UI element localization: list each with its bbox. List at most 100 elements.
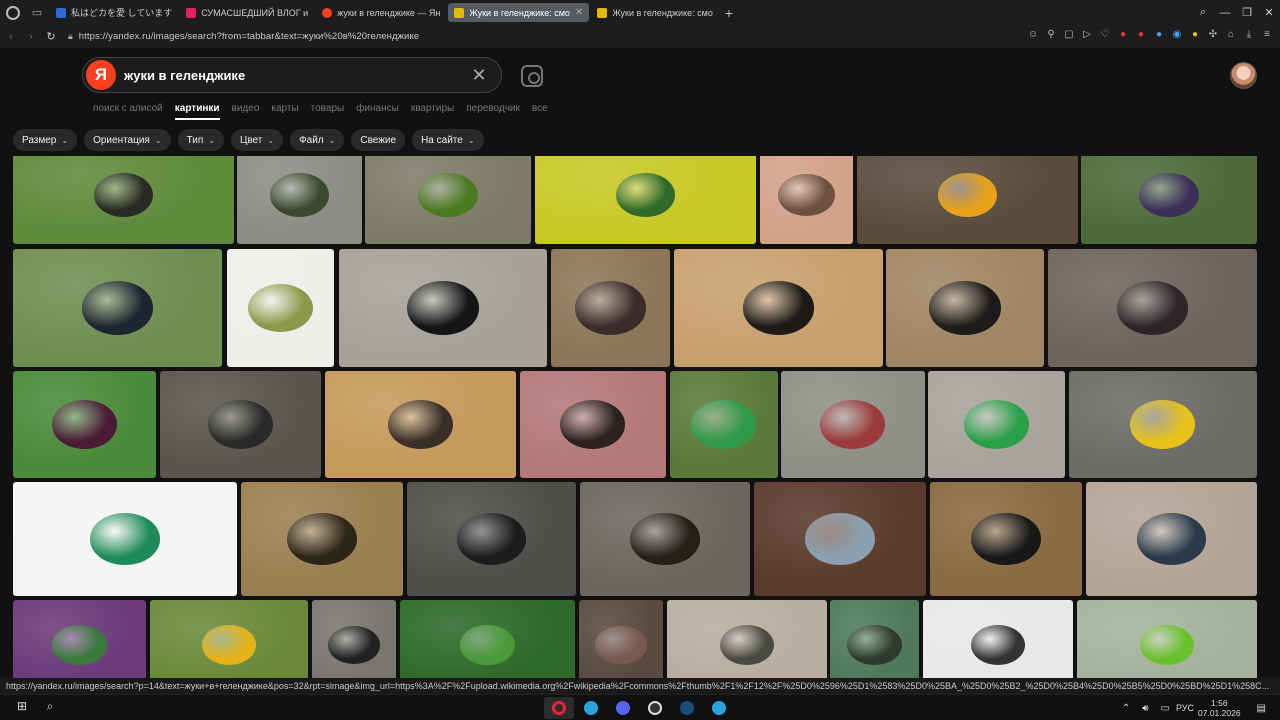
- image-result[interactable]: [160, 371, 321, 478]
- image-result[interactable]: [13, 482, 237, 596]
- image-result[interactable]: [13, 156, 234, 244]
- image-result[interactable]: [1081, 156, 1257, 244]
- image-result[interactable]: [760, 156, 853, 244]
- image-result[interactable]: [407, 482, 576, 596]
- image-result[interactable]: [754, 482, 926, 596]
- clock[interactable]: 1:56 07.01.2026: [1198, 698, 1241, 718]
- telegram-2-taskbar-icon[interactable]: [704, 697, 734, 719]
- chevron-up-icon[interactable]: ⌃: [1122, 703, 1130, 714]
- image-result[interactable]: [13, 249, 222, 367]
- extension-3-icon[interactable]: ◉: [1168, 29, 1186, 43]
- image-result[interactable]: [580, 482, 750, 596]
- play-icon[interactable]: ▷: [1078, 29, 1096, 43]
- image-result[interactable]: [923, 600, 1073, 678]
- image-result[interactable]: [13, 600, 146, 678]
- telegram-taskbar-icon[interactable]: [576, 697, 606, 719]
- service-translate[interactable]: переводчик: [466, 103, 520, 114]
- service-maps[interactable]: карты: [271, 103, 298, 114]
- menu-icon[interactable]: ≡: [1258, 29, 1276, 43]
- service-realty[interactable]: квартиры: [411, 103, 454, 114]
- filter-file[interactable]: Файл ⌄: [290, 129, 345, 151]
- search-icon[interactable]: ⌕: [36, 699, 64, 714]
- filter-type[interactable]: Тип ⌄: [177, 129, 224, 151]
- yandex-logo[interactable]: Я: [86, 60, 116, 90]
- image-result[interactable]: [150, 600, 308, 678]
- steam-taskbar-icon[interactable]: [672, 697, 702, 719]
- image-result[interactable]: [928, 371, 1065, 478]
- wallet-icon[interactable]: ⌂: [1222, 29, 1240, 43]
- image-result[interactable]: [535, 156, 756, 244]
- image-result[interactable]: [227, 249, 334, 367]
- snapshot-icon[interactable]: ▢: [1060, 29, 1078, 43]
- network-icon[interactable]: ▭: [1161, 703, 1170, 714]
- windows-start-icon[interactable]: ⊞: [8, 699, 36, 714]
- image-result[interactable]: [365, 156, 531, 244]
- image-result[interactable]: [579, 600, 663, 678]
- volume-icon[interactable]: 🔊︎: [1142, 703, 1148, 714]
- browser-tab-active[interactable]: Жуки в геленджике: смо ✕: [448, 3, 590, 22]
- new-tab-button[interactable]: +: [725, 5, 733, 21]
- service-all[interactable]: все: [532, 103, 548, 114]
- image-result[interactable]: [857, 156, 1078, 244]
- browser-tab[interactable]: 私はどカを愛 しています: [50, 3, 178, 22]
- filter-orientation[interactable]: Ориентация ⌄: [84, 129, 171, 151]
- image-result[interactable]: [339, 249, 547, 367]
- heart-icon[interactable]: ♡: [1096, 29, 1114, 43]
- image-result[interactable]: [674, 249, 883, 367]
- filter-fresh[interactable]: Свежие: [351, 129, 406, 151]
- filter-size[interactable]: Размер ⌄: [13, 129, 78, 151]
- browser-tab[interactable]: СУМАСШЕДШИЙ ВЛОГ и: [180, 3, 314, 22]
- clear-search-icon[interactable]: ✕: [467, 65, 491, 86]
- user-avatar[interactable]: [1230, 62, 1257, 89]
- vpn-icon[interactable]: ☺: [1024, 29, 1042, 43]
- image-result[interactable]: [237, 156, 362, 244]
- image-result[interactable]: [400, 600, 575, 678]
- pin-icon[interactable]: ⚲: [1042, 29, 1060, 43]
- close-window-icon[interactable]: ✕: [1259, 6, 1279, 19]
- lock-icon[interactable]: 🔒︎: [68, 31, 73, 42]
- search-tabs-icon[interactable]: ⌕: [1193, 6, 1213, 19]
- back-icon[interactable]: ‹: [2, 31, 20, 43]
- opera-taskbar-icon[interactable]: [544, 697, 574, 719]
- filter-color[interactable]: Цвет ⌄: [230, 129, 284, 151]
- image-result[interactable]: [520, 371, 666, 478]
- image-result[interactable]: [312, 600, 396, 678]
- image-result[interactable]: [1086, 482, 1257, 596]
- extension-red-icon[interactable]: ●: [1114, 29, 1132, 43]
- reload-icon[interactable]: ↻: [42, 30, 60, 43]
- image-result[interactable]: [781, 371, 925, 478]
- filter-on-site[interactable]: На сайте ⌄: [412, 129, 484, 151]
- image-result[interactable]: [670, 371, 778, 478]
- image-result[interactable]: [886, 249, 1044, 367]
- image-result[interactable]: [667, 600, 827, 678]
- puzzle-icon[interactable]: ✣: [1204, 29, 1222, 43]
- service-products[interactable]: товары: [311, 103, 345, 114]
- service-images[interactable]: картинки: [174, 103, 220, 120]
- image-result[interactable]: [551, 249, 670, 367]
- extension-yellow-icon[interactable]: ●: [1186, 29, 1204, 43]
- download-icon[interactable]: ⤓: [1240, 29, 1258, 43]
- image-result[interactable]: [830, 600, 919, 678]
- image-result[interactable]: [1069, 371, 1257, 478]
- search-input[interactable]: жуки в геленджике: [124, 68, 467, 83]
- url-field[interactable]: https://yandex.ru/images/search?from=tab…: [79, 31, 419, 42]
- extension-2-icon[interactable]: ●: [1132, 29, 1150, 43]
- browser-tab[interactable]: жуки в геленджике — Ян: [316, 3, 446, 22]
- tab-menu-icon[interactable]: ▭: [28, 4, 46, 22]
- opera-logo-icon[interactable]: [2, 2, 24, 24]
- obs-taskbar-icon[interactable]: [640, 697, 670, 719]
- language-indicator[interactable]: РУС: [1176, 703, 1194, 713]
- forward-icon[interactable]: ›: [22, 31, 40, 43]
- image-result[interactable]: [930, 482, 1082, 596]
- restore-icon[interactable]: ❐: [1237, 6, 1257, 19]
- discord-taskbar-icon[interactable]: [608, 697, 638, 719]
- service-alice[interactable]: поиск с алисой: [93, 103, 163, 114]
- close-tab-icon[interactable]: ✕: [575, 7, 583, 18]
- service-finance[interactable]: финансы: [356, 103, 399, 114]
- browser-tab[interactable]: Жуки в геленджике: смо: [591, 3, 719, 22]
- image-result[interactable]: [1048, 249, 1257, 367]
- extension-blue-icon[interactable]: ●: [1150, 29, 1168, 43]
- image-result[interactable]: [1077, 600, 1257, 678]
- image-result[interactable]: [13, 371, 156, 478]
- search-box[interactable]: Я жуки в геленджике ✕: [82, 57, 502, 93]
